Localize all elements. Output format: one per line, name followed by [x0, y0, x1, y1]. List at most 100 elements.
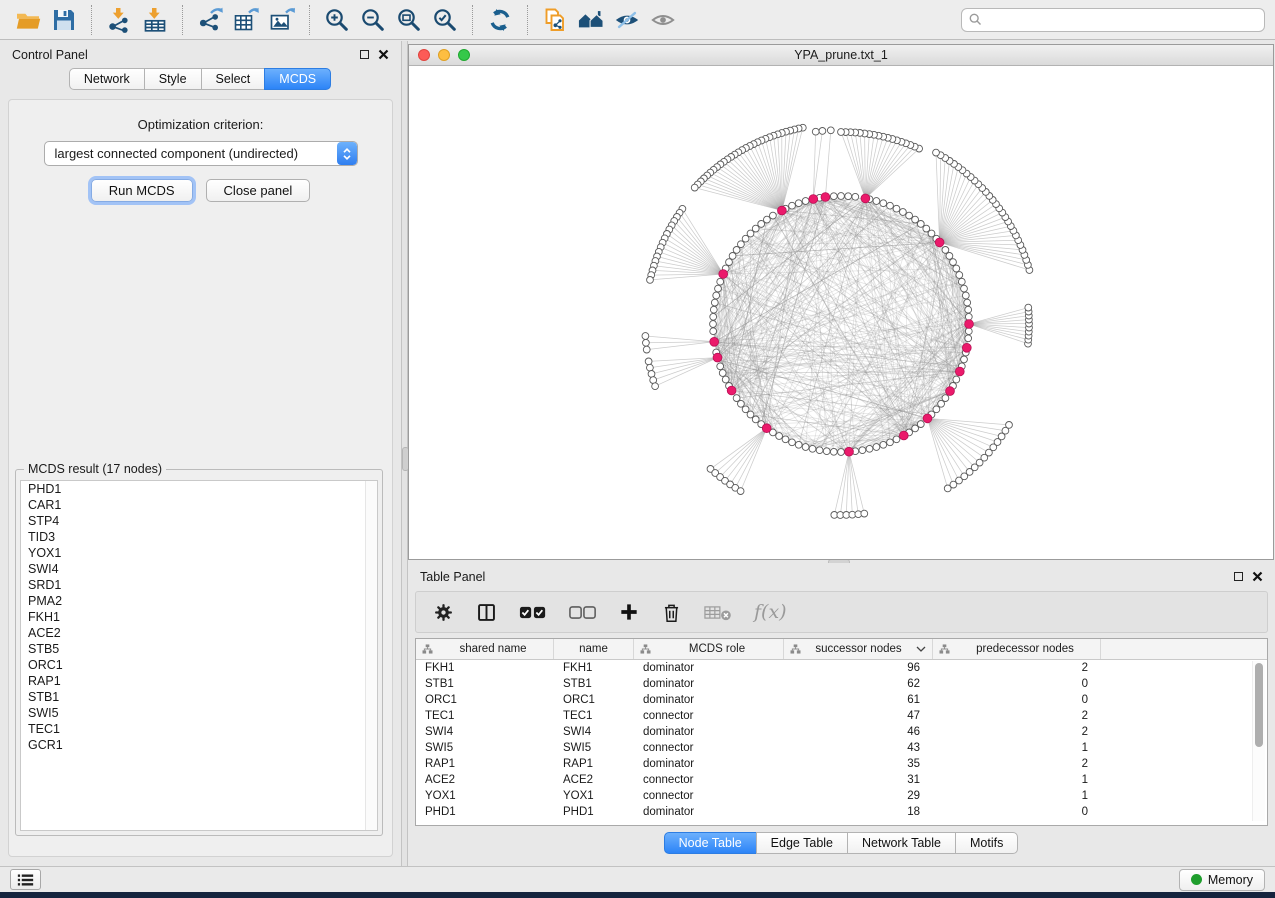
zoom-out-button[interactable] [355, 3, 391, 37]
column-header-name[interactable]: name [554, 639, 634, 659]
table-cell [1101, 772, 1267, 788]
tab-style[interactable]: Style [144, 68, 202, 90]
first-neighbors-button[interactable] [573, 3, 609, 37]
toolbar-separator [309, 5, 310, 35]
mcds-result-item[interactable]: TEC1 [21, 721, 377, 737]
open-file-button[interactable] [10, 3, 46, 37]
select-all-rows-icon [519, 605, 547, 620]
zoom-fit-button[interactable] [391, 3, 427, 37]
delete-table-button[interactable] [704, 604, 732, 621]
mcds-result-item[interactable]: PHD1 [21, 481, 377, 497]
column-header-shared-name[interactable]: shared name [416, 639, 554, 659]
network-window-title: YPA_prune.txt_1 [409, 48, 1273, 62]
close-panel-icon[interactable] [378, 49, 389, 60]
column-header-mcds-role[interactable]: MCDS role [634, 639, 784, 659]
run-mcds-button[interactable]: Run MCDS [91, 179, 193, 202]
mcds-result-item[interactable]: SRD1 [21, 577, 377, 593]
panel-list-button[interactable] [10, 869, 41, 890]
table-cell: dominator [634, 724, 784, 740]
export-image-button[interactable] [264, 3, 300, 37]
table-scrollbar-thumb[interactable] [1255, 663, 1263, 747]
table-row[interactable]: YOX1YOX1connector291 [416, 788, 1267, 804]
table-row[interactable]: RAP1RAP1dominator352 [416, 756, 1267, 772]
delete-table-icon [704, 604, 732, 621]
import-network-button[interactable] [101, 3, 137, 37]
tab-network[interactable]: Network [69, 68, 145, 90]
close-panel-button[interactable]: Close panel [206, 179, 311, 202]
float-panel-icon[interactable] [360, 50, 369, 59]
table-scrollbar[interactable] [1252, 661, 1265, 821]
table-row[interactable]: PHD1PHD1dominator180 [416, 804, 1267, 820]
mcds-result-item[interactable]: PMA2 [21, 593, 377, 609]
mcds-result-item[interactable]: GCR1 [21, 737, 377, 753]
table-row[interactable]: TEC1TEC1connector472 [416, 708, 1267, 724]
table-row[interactable]: SWI4SWI4dominator462 [416, 724, 1267, 740]
tab-motifs[interactable]: Motifs [955, 832, 1018, 854]
application-window: Control Panel Network Style Select MCDS … [0, 0, 1275, 898]
mcds-result-item[interactable]: ORC1 [21, 657, 377, 673]
table-row[interactable]: ORC1ORC1dominator610 [416, 692, 1267, 708]
search-input[interactable] [987, 12, 1257, 28]
zoom-fit-icon [396, 7, 422, 33]
clone-network-button[interactable] [537, 3, 573, 37]
export-table-button[interactable] [228, 3, 264, 37]
sort-chevron-icon [916, 646, 926, 652]
mcds-result-item[interactable]: ACE2 [21, 625, 377, 641]
criterion-dropdown[interactable]: largest connected component (undirected) [44, 141, 358, 166]
export-network-button[interactable] [192, 3, 228, 37]
mcds-result-item[interactable]: RAP1 [21, 673, 377, 689]
table-options-gear-button[interactable] [433, 602, 454, 623]
column-header-predecessor-nodes[interactable]: predecessor nodes [933, 639, 1101, 659]
tab-select[interactable]: Select [201, 68, 266, 90]
import-network-icon [106, 7, 132, 33]
save-session-button[interactable] [46, 3, 82, 37]
table-row[interactable]: SWI5SWI5connector431 [416, 740, 1267, 756]
memory-button[interactable]: Memory [1179, 869, 1265, 891]
deselect-all-rows-icon [569, 605, 597, 620]
table-cell: 1 [933, 788, 1101, 804]
mcds-result-item[interactable]: FKH1 [21, 609, 377, 625]
tab-mcds[interactable]: MCDS [264, 68, 331, 90]
tab-node-table[interactable]: Node Table [664, 832, 757, 854]
mcds-result-item[interactable]: CAR1 [21, 497, 377, 513]
show-all-button[interactable] [645, 3, 681, 37]
zoom-in-icon [324, 7, 350, 33]
mcds-result-item[interactable]: STB5 [21, 641, 377, 657]
import-table-button[interactable] [137, 3, 173, 37]
mcds-list-scrollbar[interactable] [365, 481, 377, 830]
table-row[interactable]: FKH1FKH1dominator962 [416, 660, 1267, 676]
select-all-rows-button[interactable] [519, 605, 547, 620]
network-window-titlebar[interactable]: YPA_prune.txt_1 [409, 45, 1273, 66]
tab-edge-table[interactable]: Edge Table [756, 832, 848, 854]
table-cell: dominator [634, 804, 784, 820]
zoom-selected-button[interactable] [427, 3, 463, 37]
mcds-result-item[interactable]: SWI5 [21, 705, 377, 721]
tab-network-table[interactable]: Network Table [847, 832, 956, 854]
float-table-panel-icon[interactable] [1234, 572, 1243, 581]
mcds-result-item[interactable]: STB1 [21, 689, 377, 705]
mcds-result-item[interactable]: STP4 [21, 513, 377, 529]
table-cell: 18 [784, 804, 933, 820]
add-column-button[interactable] [619, 602, 639, 622]
table-cell: 62 [784, 676, 933, 692]
import-table-icon [142, 7, 168, 33]
mcds-result-item[interactable]: SWI4 [21, 561, 377, 577]
vertical-splitter[interactable] [401, 41, 408, 866]
delete-column-button[interactable] [661, 602, 682, 623]
function-builder-button[interactable]: f(x) [754, 601, 787, 623]
close-table-panel-icon[interactable] [1252, 571, 1263, 582]
network-canvas[interactable] [409, 66, 1273, 560]
table-row[interactable]: ACE2ACE2connector311 [416, 772, 1267, 788]
mcds-result-item[interactable]: TID3 [21, 529, 377, 545]
table-cell: 43 [784, 740, 933, 756]
deselect-all-rows-button[interactable] [569, 605, 597, 620]
column-header-successor-nodes[interactable]: successor nodes [784, 639, 933, 659]
table-row[interactable]: STB1STB1dominator620 [416, 676, 1267, 692]
hide-selected-button[interactable] [609, 3, 645, 37]
mcds-result-item[interactable]: YOX1 [21, 545, 377, 561]
save-session-icon [51, 7, 77, 33]
zoom-in-button[interactable] [319, 3, 355, 37]
table-cell: 2 [933, 724, 1101, 740]
column-visibility-button[interactable] [476, 602, 497, 623]
refresh-layout-button[interactable] [482, 3, 518, 37]
